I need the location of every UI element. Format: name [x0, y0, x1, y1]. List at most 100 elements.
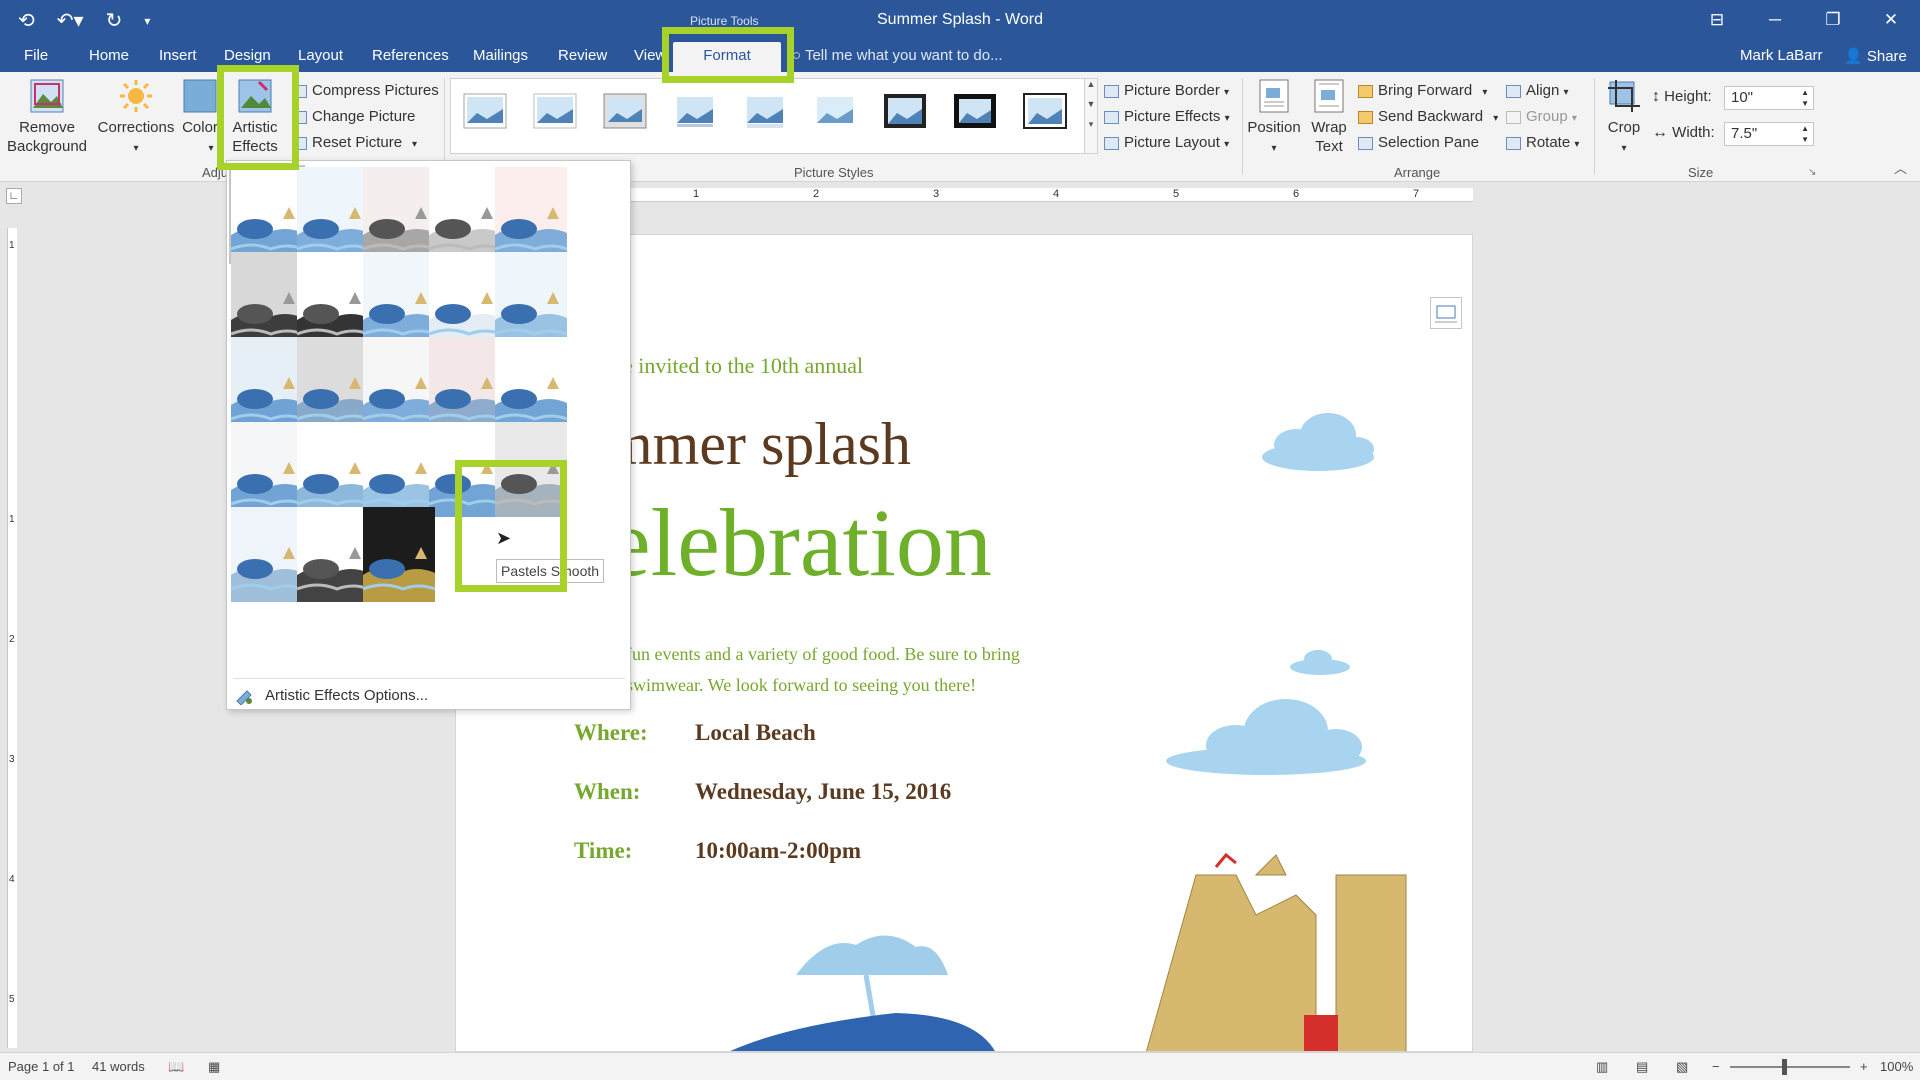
user-name[interactable]: Mark LaBarr	[1740, 42, 1823, 70]
effect-preview	[297, 167, 369, 262]
compress-pictures-button[interactable]: Compress Pictures	[292, 78, 439, 104]
artistic-effect-thumb[interactable]	[229, 165, 305, 264]
tab-layout[interactable]: Layout	[298, 42, 343, 72]
artistic-effect-thumb[interactable]	[363, 252, 435, 347]
read-mode-icon[interactable]: ▥	[1596, 1059, 1608, 1075]
picture-style-thumb[interactable]	[1023, 93, 1067, 129]
picture-effects-button[interactable]: Picture Effects ▾	[1104, 104, 1230, 132]
picture-style-thumb[interactable]	[463, 93, 507, 129]
picture-style-thumb[interactable]	[673, 93, 717, 129]
tab-insert[interactable]: Insert	[159, 42, 197, 72]
dropdown-arrow-icon: ▾	[1571, 113, 1577, 124]
share-button[interactable]: 👤 Share	[1836, 44, 1915, 70]
send-backward-button[interactable]: Send Backward ▾	[1358, 104, 1498, 132]
macro-icon[interactable]: ▦	[208, 1059, 220, 1075]
artistic-effect-thumb[interactable]	[495, 252, 567, 347]
artistic-effect-thumb[interactable]	[297, 167, 369, 262]
height-input[interactable]: 10" ▲ ▼	[1724, 86, 1814, 110]
collapse-ribbon-icon[interactable]: ︿	[1894, 156, 1907, 182]
zoom-level[interactable]: 100%	[1880, 1059, 1913, 1074]
artistic-effect-thumb[interactable]	[231, 252, 303, 347]
width-input[interactable]: 7.5" ▲ ▼	[1724, 122, 1814, 146]
artistic-effect-thumb[interactable]	[297, 422, 369, 517]
wrap-text-button[interactable]: Wrap Text	[1306, 78, 1352, 156]
zoom-out-icon[interactable]: −	[1712, 1059, 1720, 1074]
tab-references[interactable]: References	[372, 42, 449, 72]
picture-style-thumb[interactable]	[883, 93, 927, 129]
picture-styles-gallery[interactable]	[450, 78, 1086, 154]
tab-review[interactable]: Review	[558, 42, 607, 72]
position-button[interactable]: Position ▾	[1246, 78, 1302, 158]
zoom-slider-thumb[interactable]	[1782, 1059, 1787, 1075]
group-button[interactable]: Group ▾	[1506, 104, 1577, 132]
artistic-effect-thumb[interactable]	[297, 337, 369, 432]
change-picture-button[interactable]: Change Picture	[292, 104, 415, 130]
title-bar: ⟲ ↶▾ ↻ ▾ Picture Tools Summer Splash - W…	[0, 0, 1920, 42]
tell-me-box[interactable]: ○ Tell me what you want to do...	[792, 42, 1003, 70]
picture-style-thumb[interactable]	[743, 93, 787, 129]
size-dialog-launcher-icon[interactable]: ↘	[1808, 160, 1816, 186]
ribbon-display-icon[interactable]: ⊟	[1688, 0, 1746, 40]
picture-layout-button[interactable]: Picture Layout ▾	[1104, 130, 1229, 158]
bring-forward-icon	[1358, 84, 1373, 98]
spinner-icon[interactable]: ▲ ▼	[1801, 123, 1809, 145]
tab-mailings[interactable]: Mailings	[473, 42, 528, 72]
zoom-in-icon[interactable]: +	[1860, 1059, 1868, 1074]
align-button[interactable]: Align ▾	[1506, 78, 1569, 106]
dropdown-arrow-icon: ▾	[412, 139, 418, 150]
artistic-effects-options-item[interactable]: Artistic Effects Options...	[265, 685, 428, 707]
artistic-effect-thumb[interactable]	[495, 337, 567, 432]
vertical-ruler[interactable]: ∟ 1 1 2 3 4 5	[0, 182, 30, 1052]
dropdown-arrow-icon: ▾	[133, 143, 139, 154]
print-layout-icon[interactable]: ▤	[1636, 1059, 1648, 1075]
web-layout-icon[interactable]: ▧	[1676, 1059, 1688, 1075]
corrections-button[interactable]: Corrections ▾	[96, 78, 176, 158]
highlight-format-tab	[662, 27, 794, 83]
effect-preview	[495, 252, 567, 347]
window-controls: ⊟ ─ ❐ ✕	[1688, 0, 1920, 40]
picture-style-thumb[interactable]	[953, 93, 997, 129]
artistic-effect-thumb[interactable]	[363, 422, 435, 517]
artistic-effect-thumb[interactable]	[429, 252, 501, 347]
artistic-effect-thumb[interactable]	[231, 507, 303, 602]
picture-border-button[interactable]: Picture Border ▾	[1104, 78, 1229, 106]
dropdown-arrow-icon: ▾	[1574, 139, 1580, 150]
tab-home[interactable]: Home	[89, 42, 129, 72]
minimize-icon[interactable]: ─	[1746, 0, 1804, 40]
proofing-icon[interactable]: 📖	[168, 1059, 184, 1075]
tab-selector-icon[interactable]: ∟	[6, 188, 22, 204]
page-count[interactable]: Page 1 of 1	[8, 1059, 75, 1074]
spinner-icon[interactable]: ▲ ▼	[1801, 87, 1809, 109]
remove-background-button[interactable]: Remove Background	[4, 78, 90, 156]
selection-pane-button[interactable]: Selection Pane	[1358, 130, 1479, 156]
artistic-effect-thumb[interactable]	[231, 422, 303, 517]
crop-button[interactable]: Crop ▾	[1600, 78, 1648, 158]
color-button[interactable]: Color ▾	[180, 78, 220, 158]
artistic-effect-thumb[interactable]	[363, 167, 435, 262]
close-icon[interactable]: ✕	[1862, 0, 1920, 40]
ruler-mark: 3	[933, 188, 940, 200]
crop-icon	[1608, 80, 1640, 112]
artistic-effect-thumb[interactable]	[297, 252, 369, 347]
artistic-effect-thumb[interactable]	[495, 167, 567, 262]
artistic-effect-thumb[interactable]	[429, 337, 501, 432]
rotate-button[interactable]: Rotate ▾	[1506, 130, 1579, 158]
artistic-effect-thumb[interactable]	[429, 167, 501, 262]
ruler-mark: 7	[1413, 188, 1420, 200]
restore-icon[interactable]: ❐	[1804, 0, 1862, 40]
bring-forward-button[interactable]: Bring Forward ▾	[1358, 78, 1487, 106]
zoom-slider[interactable]	[1730, 1066, 1850, 1068]
artistic-effect-thumb[interactable]	[363, 507, 435, 602]
tab-file[interactable]: File	[24, 42, 48, 72]
picture-style-thumb[interactable]	[603, 93, 647, 129]
wrap-text-icon	[1314, 79, 1344, 113]
send-backward-label: Send Backward	[1378, 108, 1484, 125]
picture-style-thumb[interactable]	[533, 93, 577, 129]
picture-style-thumb[interactable]	[813, 93, 857, 129]
word-count[interactable]: 41 words	[92, 1059, 145, 1074]
artistic-effect-thumb[interactable]	[297, 507, 369, 602]
artistic-effect-thumb[interactable]	[231, 337, 303, 432]
artistic-effect-thumb[interactable]	[363, 337, 435, 432]
gallery-scroll[interactable]: ▲ ▼ ▾	[1084, 78, 1098, 154]
reset-picture-button[interactable]: Reset Picture ▾	[292, 130, 417, 158]
